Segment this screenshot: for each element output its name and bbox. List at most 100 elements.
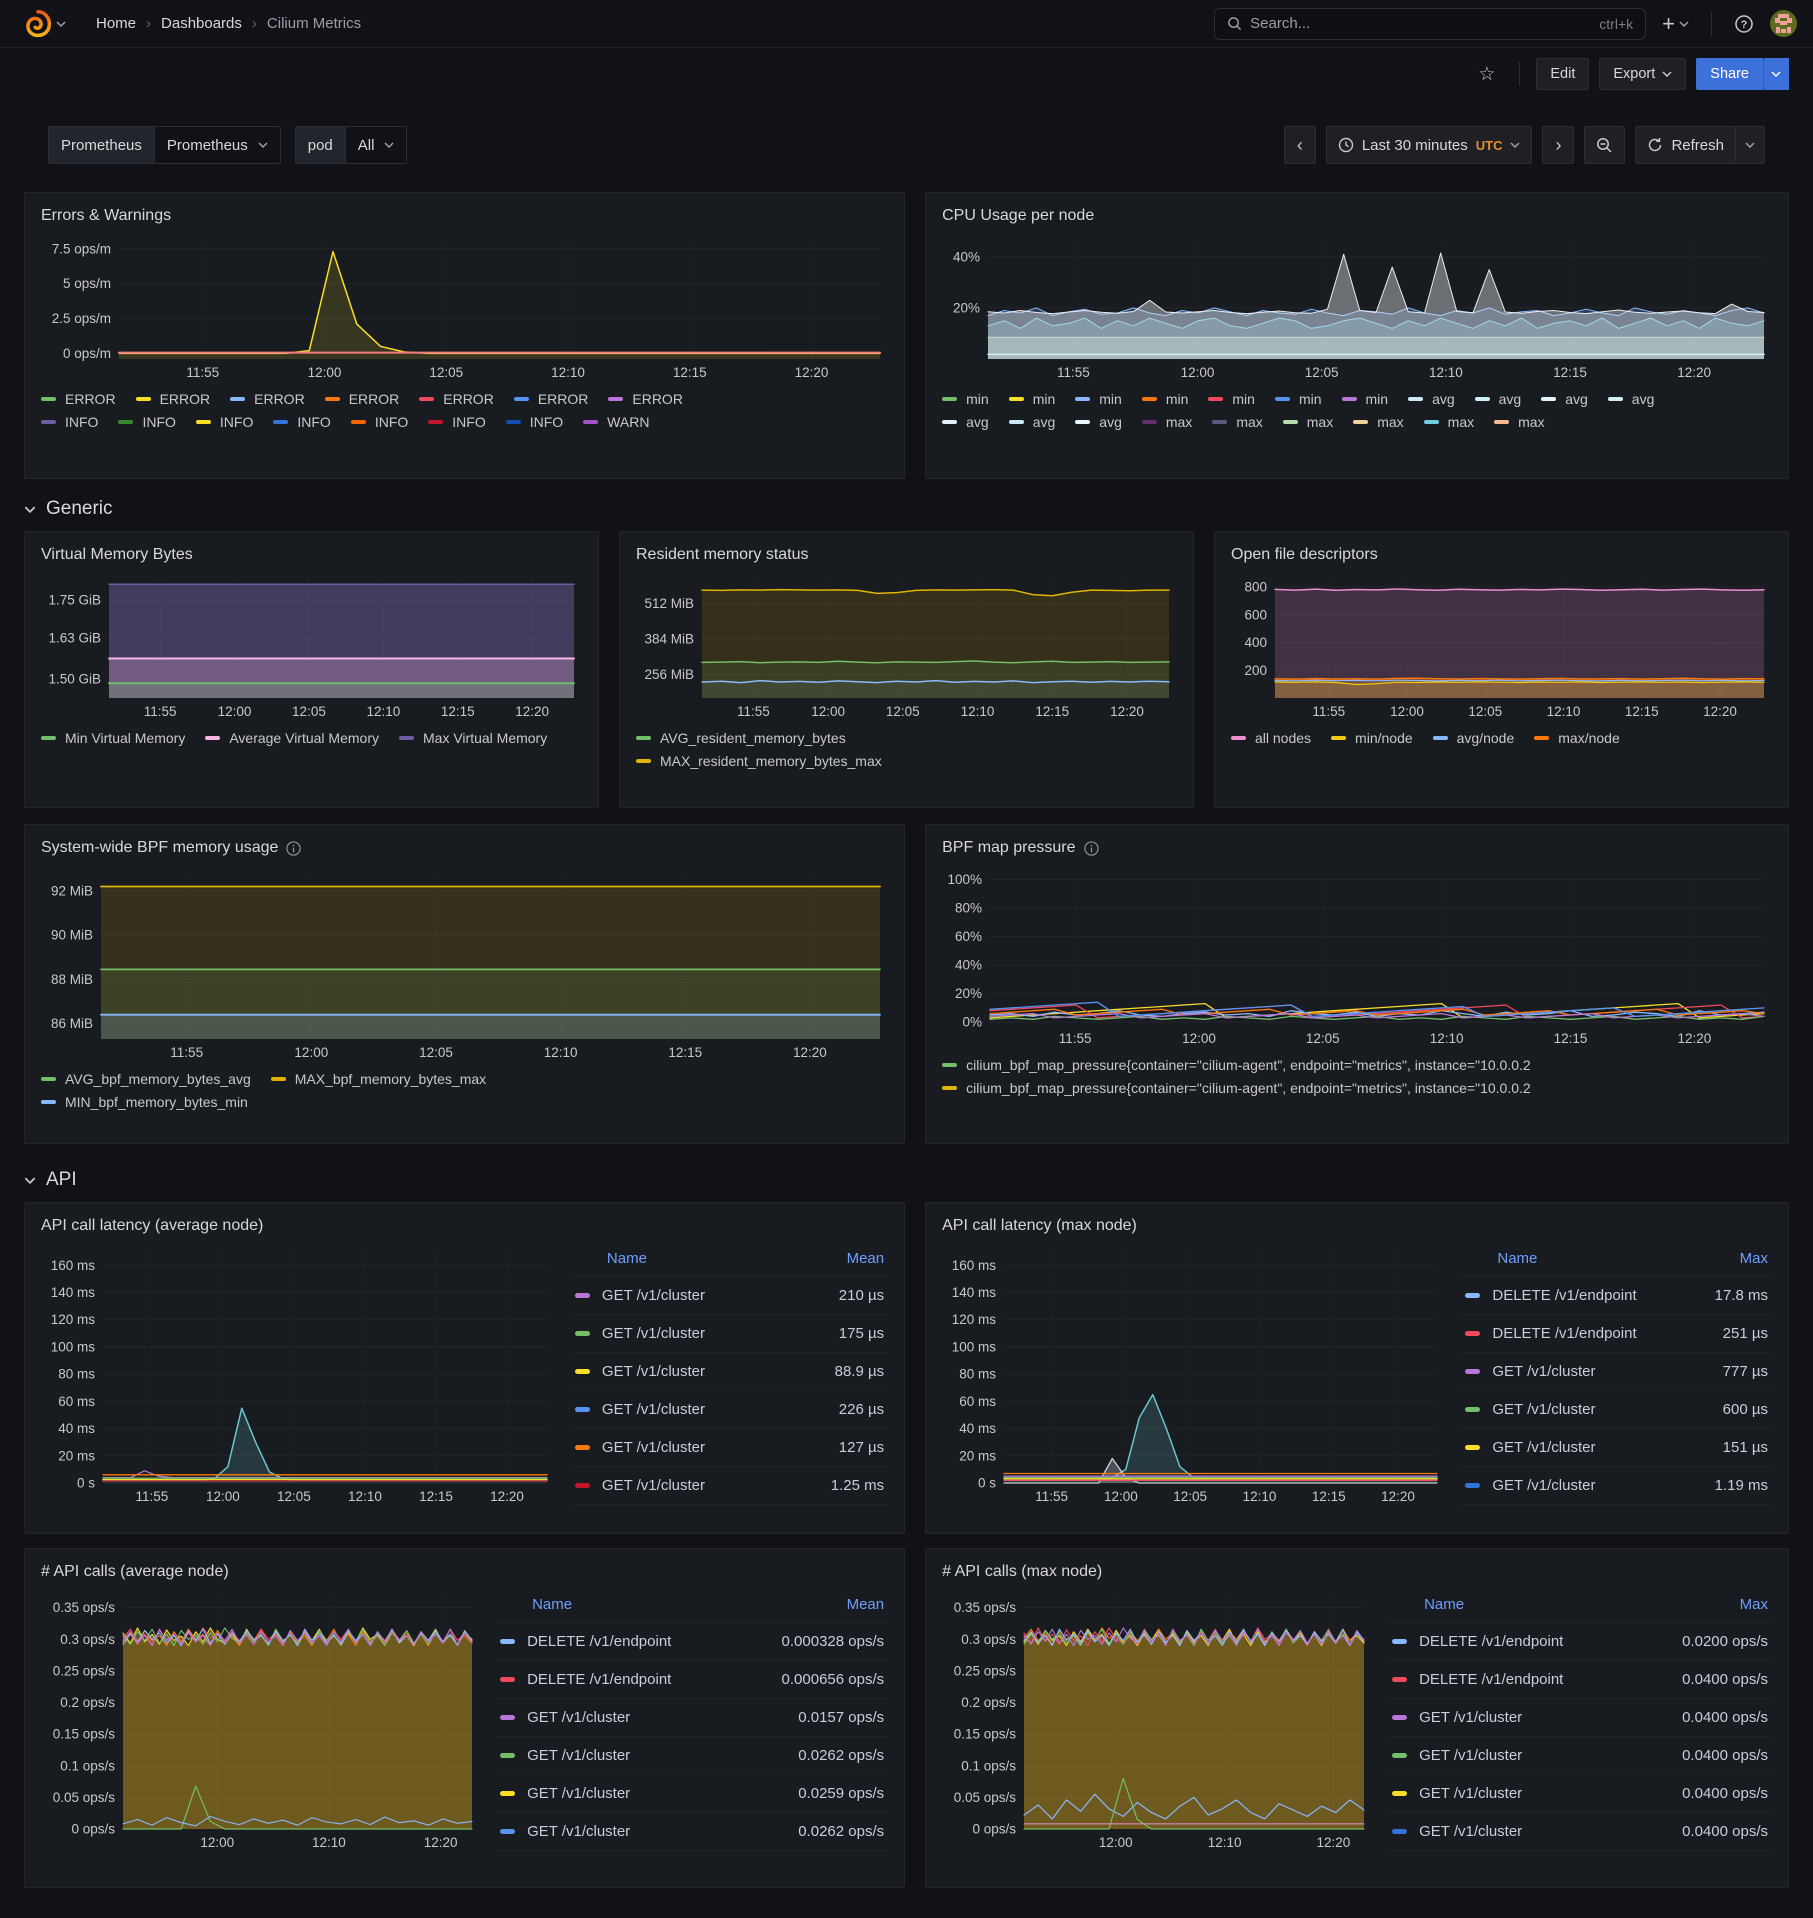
favorite-star-button[interactable]: ☆ (1470, 59, 1503, 90)
table-row[interactable]: DELETE /v1/endpoint17.8 ms (1461, 1277, 1772, 1315)
table-row[interactable]: GET /v1/cluster127 µs (571, 1429, 888, 1467)
table-row[interactable]: GET /v1/cluster0.0400 ops/s (1388, 1699, 1772, 1737)
table-row[interactable]: GET /v1/cluster0.0400 ops/s (1388, 1737, 1772, 1775)
legend-item[interactable]: MIN_bpf_memory_bytes_min (41, 1094, 248, 1110)
legend-item[interactable]: all nodes (1231, 730, 1311, 746)
virtual-memory-chart[interactable]: 11:5512:0012:0512:1012:1512:201.75 GiB1.… (41, 570, 582, 722)
section-generic[interactable]: Generic (24, 487, 1789, 531)
table-row[interactable]: GET /v1/cluster777 µs (1461, 1353, 1772, 1391)
legend-item[interactable]: INFO (273, 414, 330, 430)
legend-item[interactable]: ERROR (419, 391, 494, 407)
table-row[interactable]: DELETE /v1/endpoint251 µs (1461, 1315, 1772, 1353)
column-header[interactable]: Max (1740, 1596, 1768, 1613)
table-row[interactable]: GET /v1/cluster0.0262 ops/s (496, 1737, 888, 1775)
table-row[interactable]: GET /v1/cluster226 µs (571, 1391, 888, 1429)
table-row[interactable]: GET /v1/cluster0.0400 ops/s (1388, 1775, 1772, 1813)
errors-warnings-chart[interactable]: 11:5512:0012:0512:1012:1512:207.5 ops/m5… (41, 231, 888, 383)
section-api[interactable]: API (24, 1158, 1789, 1202)
cpu-usage-chart[interactable]: 11:5512:0012:0512:1012:1512:2040%20% (942, 231, 1772, 383)
legend-item[interactable]: ERROR (608, 391, 683, 407)
legend-item[interactable]: AVG_resident_memory_bytes (636, 730, 1177, 746)
table-row[interactable]: GET /v1/cluster88.9 µs (571, 1353, 888, 1391)
table-row[interactable]: DELETE /v1/endpoint0.000328 ops/s (496, 1623, 888, 1661)
table-row[interactable]: GET /v1/cluster1.19 ms (1461, 1467, 1772, 1505)
legend-item[interactable]: WARN (583, 414, 649, 430)
refresh-button[interactable]: Refresh (1635, 126, 1735, 164)
panel-title[interactable]: System-wide BPF memory usage (41, 839, 278, 857)
bpf-memory-chart[interactable]: 11:5512:0012:0512:1012:1512:2092 MiB90 M… (41, 863, 888, 1063)
legend-item[interactable]: min (1342, 391, 1389, 407)
api-latency-avg-chart[interactable]: 11:5512:0012:0512:1012:1512:20160 ms140 … (41, 1241, 555, 1507)
edit-button[interactable]: Edit (1536, 58, 1589, 90)
legend-item[interactable]: Average Virtual Memory (205, 730, 379, 746)
add-button[interactable]: + (1654, 7, 1697, 41)
legend-item[interactable]: avg (1541, 391, 1588, 407)
legend-item[interactable]: max (1283, 414, 1333, 430)
time-shift-back-button[interactable]: ‹ (1284, 126, 1316, 164)
legend-item[interactable]: cilium_bpf_map_pressure{container="ciliu… (942, 1080, 1772, 1096)
column-header[interactable]: Mean (847, 1596, 885, 1613)
search-input[interactable]: Search... ctrl+k (1214, 8, 1646, 40)
legend-item[interactable]: Min Virtual Memory (41, 730, 185, 746)
panel-title[interactable]: Open file descriptors (1231, 546, 1378, 564)
panel-title[interactable]: # API calls (average node) (41, 1563, 229, 1581)
column-header[interactable]: Name (1497, 1250, 1537, 1267)
api-latency-max-chart[interactable]: 11:5512:0012:0512:1012:1512:20160 ms140 … (942, 1241, 1445, 1507)
table-row[interactable]: DELETE /v1/endpoint0.0200 ops/s (1388, 1623, 1772, 1661)
legend-item[interactable]: min/node (1331, 730, 1413, 746)
legend-item[interactable]: avg (1075, 414, 1122, 430)
legend-item[interactable]: INFO (196, 414, 253, 430)
legend-item[interactable]: avg (1408, 391, 1455, 407)
share-options-button[interactable] (1763, 58, 1789, 90)
legend-item[interactable]: INFO (118, 414, 175, 430)
panel-title[interactable]: Virtual Memory Bytes (41, 546, 193, 564)
table-row[interactable]: GET /v1/cluster210 µs (571, 1277, 888, 1315)
panel-title[interactable]: # API calls (max node) (942, 1563, 1102, 1581)
table-row[interactable]: GET /v1/cluster0.0157 ops/s (496, 1699, 888, 1737)
panel-title[interactable]: API call latency (average node) (41, 1217, 263, 1235)
time-range-picker[interactable]: Last 30 minutes UTC (1326, 126, 1533, 164)
variable-prometheus-select[interactable]: Prometheus (154, 126, 281, 164)
legend-item[interactable]: avg (942, 414, 989, 430)
resident-memory-chart[interactable]: 11:5512:0012:0512:1012:1512:20512 MiB384… (636, 570, 1177, 722)
legend-item[interactable]: INFO (506, 414, 563, 430)
legend-item[interactable]: min (1142, 391, 1189, 407)
column-header[interactable]: Mean (847, 1250, 885, 1267)
legend-item[interactable]: avg (1608, 391, 1655, 407)
legend-item[interactable]: max/node (1534, 730, 1619, 746)
legend-item[interactable]: INFO (41, 414, 98, 430)
variable-pod-select[interactable]: All (345, 126, 408, 164)
table-row[interactable]: GET /v1/cluster1.25 ms (571, 1467, 888, 1505)
info-icon[interactable] (286, 841, 301, 856)
info-icon[interactable] (1084, 841, 1099, 856)
zoom-out-button[interactable] (1584, 126, 1625, 164)
legend-item[interactable]: min (1075, 391, 1122, 407)
breadcrumb-home[interactable]: Home (96, 15, 136, 32)
time-shift-forward-button[interactable]: › (1542, 126, 1574, 164)
column-header[interactable]: Max (1740, 1250, 1768, 1267)
export-button[interactable]: Export (1599, 58, 1686, 90)
open-file-descriptors-chart[interactable]: 11:5512:0012:0512:1012:1512:208006004002… (1231, 570, 1772, 722)
legend-item[interactable]: ERROR (325, 391, 400, 407)
panel-title[interactable]: API call latency (max node) (942, 1217, 1137, 1235)
legend-item[interactable]: ERROR (41, 391, 116, 407)
help-button[interactable]: ? (1726, 10, 1762, 38)
legend-item[interactable]: Max Virtual Memory (399, 730, 547, 746)
legend-item[interactable]: avg/node (1433, 730, 1515, 746)
legend-item[interactable]: cilium_bpf_map_pressure{container="ciliu… (942, 1057, 1772, 1073)
legend-item[interactable]: max (1494, 414, 1544, 430)
table-row[interactable]: GET /v1/cluster175 µs (571, 1315, 888, 1353)
table-row[interactable]: GET /v1/cluster0.0400 ops/s (1388, 1813, 1772, 1851)
table-row[interactable]: DELETE /v1/endpoint0.000656 ops/s (496, 1661, 888, 1699)
legend-item[interactable]: max (1212, 414, 1262, 430)
panel-title[interactable]: Errors & Warnings (41, 207, 171, 225)
grafana-logo-button[interactable] (16, 10, 74, 38)
legend-item[interactable]: max (1424, 414, 1474, 430)
legend-item[interactable]: ERROR (514, 391, 589, 407)
legend-item[interactable]: min (1009, 391, 1056, 407)
table-row[interactable]: DELETE /v1/endpoint0.0400 ops/s (1388, 1661, 1772, 1699)
legend-item[interactable]: avg (1475, 391, 1522, 407)
table-row[interactable]: GET /v1/cluster151 µs (1461, 1429, 1772, 1467)
legend-item[interactable]: min (942, 391, 989, 407)
legend-item[interactable]: min (1208, 391, 1255, 407)
